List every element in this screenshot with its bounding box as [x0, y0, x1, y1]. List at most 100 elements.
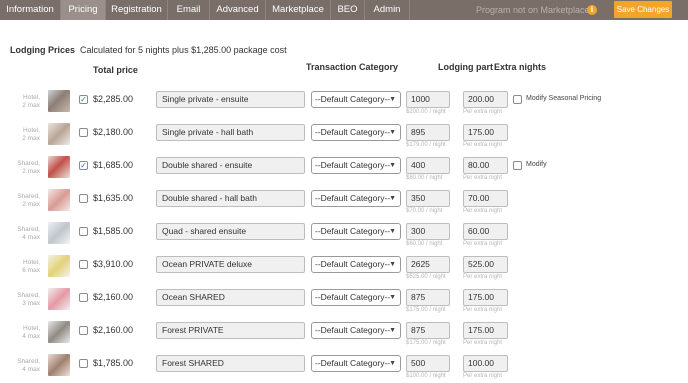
- room-type-label: Hotel, 6 max: [22, 259, 40, 274]
- room-type-label: Hotel, 2 max: [22, 94, 40, 109]
- tab-pricing[interactable]: Pricing: [61, 0, 105, 20]
- extra-night-input[interactable]: 175.00: [463, 289, 508, 306]
- room-enabled-checkbox[interactable]: [79, 227, 88, 236]
- lodging-part-input[interactable]: 875: [406, 322, 450, 339]
- room-name-field[interactable]: Single private - hall bath: [156, 124, 305, 141]
- extra-night-caption: Per extra night: [463, 274, 503, 280]
- extra-night-caption: Per extra night: [463, 307, 503, 313]
- transaction-category-select[interactable]: --Default Category-- ▼: [311, 355, 401, 372]
- lodging-part-input[interactable]: 500: [406, 355, 450, 372]
- room-total-price: $2,160.00: [93, 292, 134, 302]
- lodging-part-input[interactable]: 895: [406, 124, 450, 141]
- info-icon[interactable]: i: [587, 5, 597, 15]
- modify-seasonal-checkbox[interactable]: [513, 95, 522, 104]
- extra-night-input[interactable]: 200.00: [463, 91, 508, 108]
- transaction-category-select[interactable]: --Default Category-- ▼: [311, 322, 401, 339]
- room-name-field[interactable]: Forest PRIVATE: [156, 322, 305, 339]
- extra-night-input[interactable]: 175.00: [463, 322, 508, 339]
- room-enabled-checkbox[interactable]: [79, 128, 88, 137]
- tab-beo[interactable]: BEO: [331, 0, 364, 20]
- chevron-down-icon: ▼: [389, 195, 396, 202]
- per-night-rate: $100.00 / night: [406, 373, 446, 379]
- room-name-field[interactable]: Ocean PRIVATE deluxe: [156, 256, 305, 273]
- room-total-price: $1,685.00: [93, 160, 134, 170]
- room-total-price: $2,160.00: [93, 325, 134, 335]
- room-name-field[interactable]: Ocean SHARED: [156, 289, 305, 306]
- room-thumbnail: [48, 189, 70, 211]
- room-enabled-checkbox[interactable]: ✓: [79, 95, 88, 104]
- tab-email[interactable]: Email: [168, 0, 209, 20]
- room-enabled-checkbox[interactable]: ✓: [79, 161, 88, 170]
- transaction-category-select[interactable]: --Default Category-- ▼: [311, 157, 401, 174]
- room-enabled-checkbox[interactable]: [79, 194, 88, 203]
- extra-night-input[interactable]: 175.00: [463, 124, 508, 141]
- transaction-category-select[interactable]: --Default Category-- ▼: [311, 124, 401, 141]
- room-type-label: Hotel, 2 max: [22, 127, 40, 142]
- transaction-category-value: --Default Category--: [315, 292, 391, 302]
- transaction-category-value: --Default Category--: [315, 226, 391, 236]
- room-type-label: Shared, 4 max: [17, 226, 40, 241]
- chevron-down-icon: ▼: [389, 129, 396, 136]
- transaction-category-value: --Default Category--: [315, 358, 391, 368]
- room-type-label: Shared, 4 max: [17, 358, 40, 373]
- transaction-category-value: --Default Category--: [315, 193, 391, 203]
- extra-night-caption: Per extra night: [463, 175, 503, 181]
- room-name-field[interactable]: Quad - shared ensuite: [156, 223, 305, 240]
- tab-divider: [409, 0, 410, 20]
- room-name-field[interactable]: Double shared - hall bath: [156, 190, 305, 207]
- transaction-category-value: --Default Category--: [315, 160, 391, 170]
- transaction-category-select[interactable]: --Default Category-- ▼: [311, 256, 401, 273]
- chevron-down-icon: ▼: [389, 228, 396, 235]
- room-thumbnail: [48, 123, 70, 145]
- lodging-part-input[interactable]: 350: [406, 190, 450, 207]
- modify-checkbox[interactable]: [513, 161, 522, 170]
- save-changes-button[interactable]: Save Changes: [614, 1, 672, 18]
- transaction-category-select[interactable]: --Default Category-- ▼: [311, 289, 401, 306]
- tab-information[interactable]: Information: [0, 0, 60, 20]
- room-enabled-checkbox[interactable]: [79, 260, 88, 269]
- tab-marketplace[interactable]: Marketplace: [266, 0, 330, 20]
- room-enabled-checkbox[interactable]: [79, 359, 88, 368]
- room-enabled-checkbox[interactable]: [79, 326, 88, 335]
- room-row: Hotel, 4 max $2,160.00 Forest PRIVATE --D…: [0, 319, 688, 352]
- room-row: Shared, 3 max $2,160.00 Ocean SHARED --De…: [0, 286, 688, 319]
- per-night-rate: $70.00 / night: [406, 208, 443, 214]
- room-thumbnail: [48, 222, 70, 244]
- extra-night-input[interactable]: 60.00: [463, 223, 508, 240]
- transaction-category-select[interactable]: --Default Category-- ▼: [311, 223, 401, 240]
- lodging-part-input[interactable]: 300: [406, 223, 450, 240]
- tab-advanced[interactable]: Advanced: [210, 0, 265, 20]
- room-thumbnail: [48, 156, 70, 178]
- section-label: Lodging Prices: [10, 45, 76, 55]
- chevron-down-icon: ▼: [389, 261, 396, 268]
- extra-night-input[interactable]: 100.00: [463, 355, 508, 372]
- room-type-label: Shared, 3 max: [17, 292, 40, 307]
- extra-night-input[interactable]: 525.00: [463, 256, 508, 273]
- chevron-down-icon: ▼: [389, 96, 396, 103]
- per-night-rate: $175.00 / night: [406, 340, 446, 346]
- transaction-category-select[interactable]: --Default Category-- ▼: [311, 91, 401, 108]
- lodging-part-input[interactable]: 2625: [406, 256, 450, 273]
- lodging-part-input[interactable]: 1000: [406, 91, 450, 108]
- column-header-total-price: Total price: [93, 65, 138, 75]
- room-row: Shared, 4 max $1,785.00 Forest SHARED --D…: [0, 352, 688, 383]
- marketplace-status-notice: Program not on Marketplace: [476, 5, 590, 15]
- lodging-part-input[interactable]: 400: [406, 157, 450, 174]
- transaction-category-value: --Default Category--: [315, 259, 391, 269]
- room-enabled-checkbox[interactable]: [79, 293, 88, 302]
- lodging-part-input[interactable]: 875: [406, 289, 450, 306]
- room-total-price: $2,180.00: [93, 127, 134, 137]
- transaction-category-select[interactable]: --Default Category-- ▼: [311, 190, 401, 207]
- room-name-field[interactable]: Single private - ensuite: [156, 91, 305, 108]
- room-row: Hotel, 6 max $3,910.00 Ocean PRIVATE delu…: [0, 253, 688, 286]
- tab-admin[interactable]: Admin: [365, 0, 409, 20]
- tab-registration[interactable]: Registration: [106, 0, 167, 20]
- room-name-field[interactable]: Forest SHARED: [156, 355, 305, 372]
- extra-night-input[interactable]: 70.00: [463, 190, 508, 207]
- room-thumbnail: [48, 288, 70, 310]
- extra-night-input[interactable]: 80.00: [463, 157, 508, 174]
- per-night-rate: $175.00 / night: [406, 307, 446, 313]
- room-row: Hotel, 2 max $2,180.00 Single private - h…: [0, 121, 688, 154]
- room-row: Hotel, 2 max ✓ $2,285.00 Single private -…: [0, 88, 688, 121]
- room-name-field[interactable]: Double shared - ensuite: [156, 157, 305, 174]
